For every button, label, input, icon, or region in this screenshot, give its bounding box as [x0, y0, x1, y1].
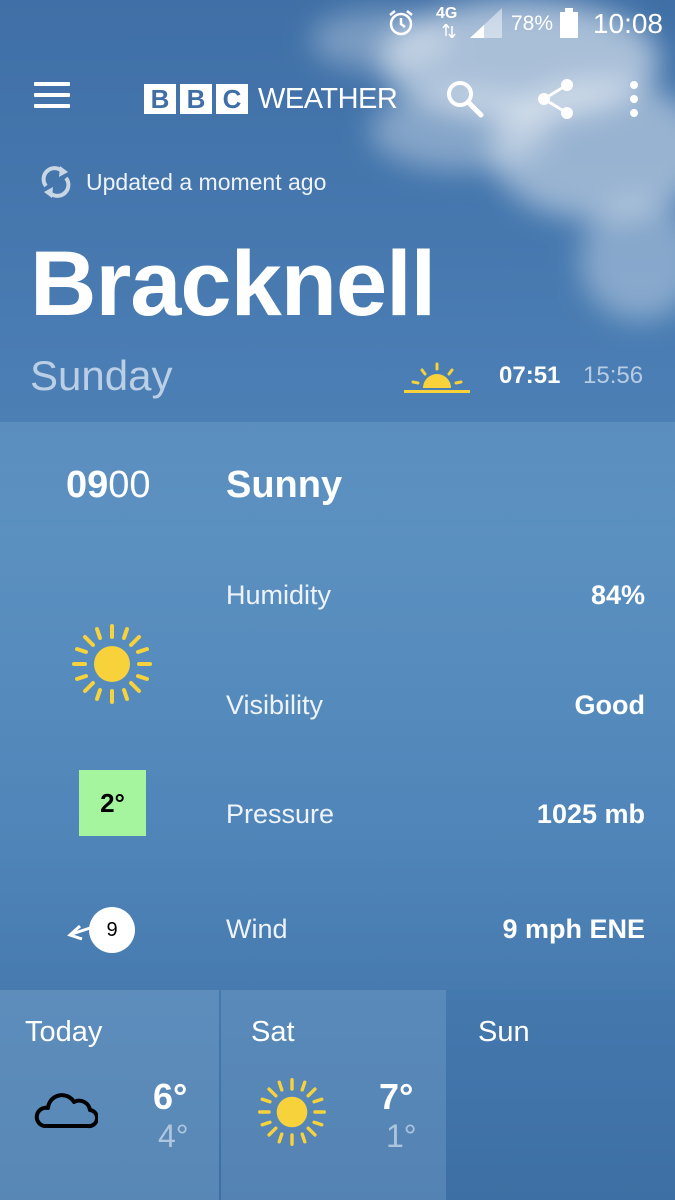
- cloud-icon: [34, 1093, 98, 1129]
- refresh-icon: [41, 166, 71, 198]
- tab-day-name: Sun: [478, 1016, 530, 1048]
- pressure-value: 1025 mb: [536, 799, 645, 829]
- hour-minutes: 00: [108, 464, 151, 506]
- sunrise-time: 07:51: [499, 362, 561, 389]
- data-arrows-icon: [442, 24, 456, 38]
- visibility-label: Visibility: [226, 690, 324, 720]
- logo-letter: B: [180, 84, 212, 114]
- hourly-detail-panel: 0900 Sunny 2° 9 Humidity 84% Visibility …: [0, 422, 675, 990]
- menu-icon-bar: [34, 104, 70, 108]
- low-temp: 1°: [386, 1118, 417, 1154]
- search-icon[interactable]: [444, 78, 486, 120]
- day-row: Sunday 07:51 15:56: [0, 350, 675, 410]
- high-temp: 7°: [379, 1076, 414, 1117]
- wind-speed-badge: 9: [89, 907, 135, 953]
- clock: 10:08: [592, 8, 663, 39]
- menu-button[interactable]: [34, 82, 70, 112]
- tab-day-name: Sat: [251, 1016, 295, 1048]
- logo-text: WEATHER: [258, 82, 398, 115]
- wind-value: 9 mph ENE: [502, 914, 645, 944]
- logo-letter: C: [216, 84, 248, 114]
- signal-icon: [470, 8, 502, 38]
- battery-percent: 78%: [510, 12, 553, 35]
- updated-text: Updated a moment ago: [86, 168, 327, 195]
- sun-icon: [72, 624, 152, 704]
- temperature-badge: 2°: [79, 770, 146, 836]
- more-vertical-icon[interactable]: [622, 78, 646, 120]
- sunrise-icon: [404, 362, 470, 393]
- sun-icon: [258, 1078, 326, 1146]
- condition-text: Sunny: [226, 464, 343, 506]
- menu-icon-bar: [34, 93, 70, 97]
- daily-forecast-tabs: Today 6° 4° Sat 7° 1° Sun: [0, 990, 675, 1200]
- forecast-hour: 0900: [66, 464, 151, 507]
- menu-icon-bar: [34, 82, 70, 86]
- alarm-icon: [389, 10, 413, 36]
- tab-sun[interactable]: Sun: [448, 990, 675, 1200]
- humidity-label: Humidity: [226, 580, 332, 610]
- visibility-value: Good: [574, 690, 645, 720]
- network-type: 4G: [436, 5, 458, 22]
- bbc-weather-logo: B B C WEATHER: [144, 82, 398, 116]
- refresh-status[interactable]: Updated a moment ago: [38, 164, 326, 200]
- logo-letter: B: [144, 84, 176, 114]
- day-name: Sunday: [30, 352, 173, 399]
- tab-day-name: Today: [25, 1016, 103, 1048]
- humidity-value: 84%: [590, 580, 645, 610]
- pressure-label: Pressure: [226, 799, 335, 829]
- hour-bold: 09: [66, 464, 109, 506]
- location-title: Bracknell: [30, 233, 436, 335]
- share-icon[interactable]: [536, 78, 576, 120]
- status-bar: 4G 78% 10:08: [0, 0, 675, 46]
- high-temp: 6°: [153, 1076, 188, 1117]
- tab-today[interactable]: Today 6° 4°: [0, 990, 219, 1200]
- tab-sat[interactable]: Sat 7° 1°: [221, 990, 446, 1200]
- app-bar: B B C WEATHER: [0, 60, 675, 136]
- wind-label: Wind: [226, 914, 288, 944]
- battery-icon: [560, 8, 578, 38]
- low-temp: 4°: [158, 1118, 189, 1154]
- sunset-time: 15:56: [583, 362, 644, 389]
